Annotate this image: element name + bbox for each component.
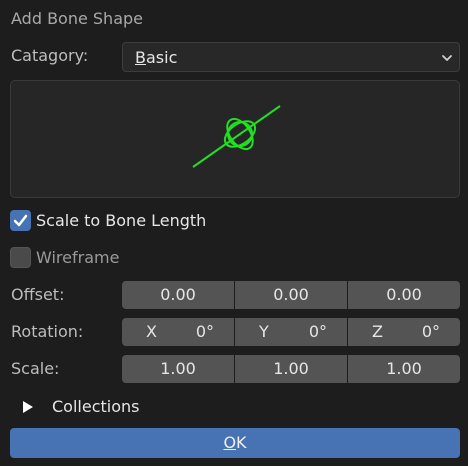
shape-preview (10, 80, 460, 198)
chevron-down-icon (442, 55, 452, 61)
rotation-label: Rotation: (11, 322, 84, 341)
ok-button[interactable]: OK (10, 428, 460, 458)
checkmark-icon (13, 214, 28, 227)
scale-label: Scale: (11, 359, 60, 378)
category-value: Basic (135, 48, 178, 67)
offset-x-field[interactable]: 0.00 (122, 281, 234, 309)
scale-to-bone-length-label: Scale to Bone Length (36, 211, 207, 230)
rotation-x-field[interactable]: X 0° (122, 318, 234, 346)
category-dropdown[interactable]: Basic (122, 42, 460, 72)
rotation-value: 0° (421, 322, 440, 341)
offset-fields: 0.00 0.00 0.00 (122, 281, 460, 309)
offset-z-field[interactable]: 0.00 (348, 281, 460, 309)
category-label: Catagory: (11, 46, 89, 65)
scale-fields: 1.00 1.00 1.00 (122, 355, 460, 383)
offset-y-field[interactable]: 0.00 (235, 281, 347, 309)
rotation-value: 0° (308, 322, 327, 341)
rotation-y-field[interactable]: Y 0° (235, 318, 347, 346)
dialog-title: Add Bone Shape (11, 9, 143, 28)
bone-shape-preview-graphic (192, 105, 281, 168)
rotation-fields: X 0° Y 0° Z 0° (122, 318, 460, 346)
axis-label: Y (259, 322, 269, 341)
rotation-z-field[interactable]: Z 0° (348, 318, 460, 346)
wireframe-label: Wireframe (36, 248, 120, 267)
axis-label: X (146, 322, 157, 341)
disclosure-triangle-icon (23, 401, 33, 413)
checkbox-unchecked-box[interactable] (10, 247, 31, 268)
collections-label: Collections (52, 397, 140, 416)
scale-y-field[interactable]: 1.00 (235, 355, 347, 383)
checkbox-checked-box[interactable] (10, 210, 31, 231)
axis-label: Z (372, 322, 383, 341)
rotation-value: 0° (195, 322, 214, 341)
scale-x-field[interactable]: 1.00 (122, 355, 234, 383)
add-bone-shape-dialog: Add Bone Shape Catagory: Basic Scale to … (0, 0, 468, 466)
scale-z-field[interactable]: 1.00 (348, 355, 460, 383)
offset-label: Offset: (11, 285, 65, 304)
bone-axis-line (192, 105, 281, 168)
